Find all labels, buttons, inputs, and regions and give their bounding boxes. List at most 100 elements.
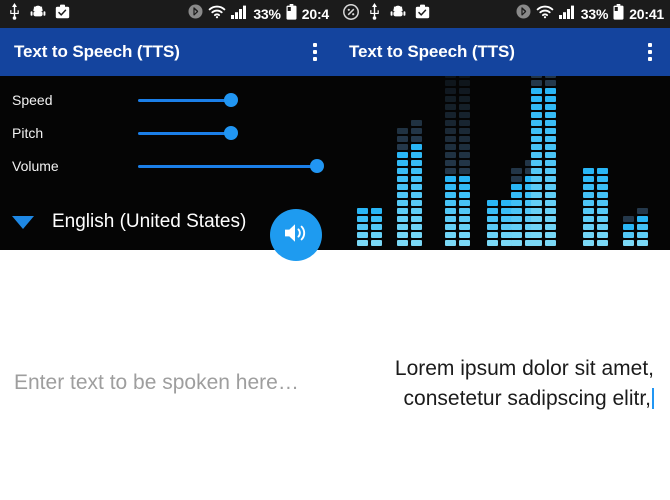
slider-thumb-pitch[interactable] bbox=[224, 126, 238, 140]
eq-segment bbox=[397, 208, 408, 214]
slider-track-volume[interactable] bbox=[138, 164, 318, 168]
eq-segment bbox=[459, 200, 470, 206]
page-title: Text to Speech (TTS) bbox=[14, 42, 180, 61]
speech-text-input-right[interactable]: Lorem ipsum dolor sit amet, consetetur s… bbox=[335, 250, 670, 500]
eq-segment bbox=[511, 168, 522, 174]
eq-segment bbox=[397, 224, 408, 230]
eq-segment bbox=[411, 152, 422, 158]
eq-segment bbox=[487, 216, 498, 222]
eq-segment bbox=[487, 224, 498, 230]
overflow-menu-icon[interactable] bbox=[307, 37, 323, 67]
eq-segment bbox=[487, 232, 498, 238]
eq-segment bbox=[597, 232, 608, 238]
work-briefcase-icon bbox=[415, 4, 430, 24]
eq-segment bbox=[445, 232, 456, 238]
eq-segment bbox=[397, 200, 408, 206]
eq-segment bbox=[597, 240, 608, 246]
eq-segment bbox=[459, 104, 470, 110]
eq-segment bbox=[459, 76, 470, 78]
eq-segment bbox=[371, 224, 382, 230]
eq-segment bbox=[411, 120, 422, 126]
slider-thumb-speed[interactable] bbox=[224, 93, 238, 107]
eq-segment bbox=[597, 184, 608, 190]
eq-segment bbox=[597, 200, 608, 206]
eq-segment bbox=[545, 80, 556, 86]
eq-bar-column bbox=[357, 208, 368, 246]
eq-segment bbox=[397, 136, 408, 142]
eq-segment bbox=[459, 160, 470, 166]
eq-segment bbox=[459, 120, 470, 126]
slider-row-speed: Speed bbox=[0, 84, 335, 116]
eq-segment bbox=[445, 176, 456, 182]
eq-segment bbox=[531, 200, 542, 206]
eq-segment bbox=[445, 80, 456, 86]
eq-segment bbox=[545, 200, 556, 206]
eq-segment bbox=[545, 176, 556, 182]
eq-segment bbox=[545, 168, 556, 174]
eq-segment bbox=[397, 168, 408, 174]
audio-equalizer-visualizer bbox=[335, 76, 670, 250]
eq-segment bbox=[411, 232, 422, 238]
eq-segment bbox=[531, 216, 542, 222]
eq-segment bbox=[445, 76, 456, 78]
eq-segment bbox=[583, 224, 594, 230]
eq-segment bbox=[531, 112, 542, 118]
eq-segment bbox=[597, 216, 608, 222]
eq-segment bbox=[531, 76, 542, 78]
speech-text-input-left[interactable]: Enter text to be spoken here… bbox=[0, 250, 335, 500]
eq-segment bbox=[459, 168, 470, 174]
battery-icon bbox=[613, 3, 624, 25]
slider-track-pitch[interactable] bbox=[138, 131, 230, 135]
eq-segment bbox=[597, 208, 608, 214]
eq-bar-column bbox=[459, 76, 470, 246]
eq-segment bbox=[371, 240, 382, 246]
eq-segment bbox=[459, 112, 470, 118]
eq-segment bbox=[531, 136, 542, 142]
eq-segment bbox=[511, 208, 522, 214]
eq-segment bbox=[411, 128, 422, 134]
left-panel: 33% 20:4 Text to Speech (TTS) Speed Pitc… bbox=[0, 0, 335, 500]
slider-thumb-volume[interactable] bbox=[310, 159, 324, 173]
status-bar-left-icons bbox=[343, 3, 430, 25]
eq-segment bbox=[531, 80, 542, 86]
eq-segment bbox=[531, 120, 542, 126]
app-bar-left: Text to Speech (TTS) bbox=[0, 28, 335, 76]
slider-track-speed[interactable] bbox=[138, 98, 230, 102]
eq-bar-group bbox=[357, 208, 382, 246]
eq-segment bbox=[531, 88, 542, 94]
eq-segment bbox=[545, 144, 556, 150]
eq-segment bbox=[411, 216, 422, 222]
eq-segment bbox=[487, 240, 498, 246]
eq-segment bbox=[459, 136, 470, 142]
eq-segment bbox=[511, 176, 522, 182]
eq-segment bbox=[459, 144, 470, 150]
eq-segment bbox=[371, 232, 382, 238]
eq-bar-column bbox=[531, 76, 542, 246]
overflow-menu-icon[interactable] bbox=[642, 37, 658, 67]
eq-segment bbox=[545, 104, 556, 110]
eq-segment bbox=[531, 152, 542, 158]
eq-segment bbox=[531, 160, 542, 166]
eq-segment bbox=[531, 184, 542, 190]
eq-segment bbox=[459, 184, 470, 190]
status-bar-right-icons: 33% 20:4 bbox=[188, 3, 329, 25]
eq-segment bbox=[637, 224, 648, 230]
eq-segment bbox=[531, 176, 542, 182]
eq-segment bbox=[411, 224, 422, 230]
speak-fab-button[interactable] bbox=[270, 209, 322, 261]
battery-icon bbox=[286, 3, 297, 25]
eq-bar-group bbox=[487, 200, 512, 246]
battery-percent-label: 33% bbox=[580, 6, 609, 22]
eq-segment bbox=[511, 240, 522, 246]
eq-segment bbox=[623, 224, 634, 230]
eq-segment bbox=[545, 96, 556, 102]
eq-segment bbox=[545, 120, 556, 126]
status-bar-left-icons bbox=[8, 3, 70, 25]
eq-segment bbox=[545, 112, 556, 118]
eq-segment bbox=[397, 232, 408, 238]
eq-segment bbox=[597, 224, 608, 230]
eq-segment bbox=[357, 208, 368, 214]
eq-segment bbox=[411, 192, 422, 198]
eq-segment bbox=[583, 176, 594, 182]
eq-segment bbox=[637, 216, 648, 222]
